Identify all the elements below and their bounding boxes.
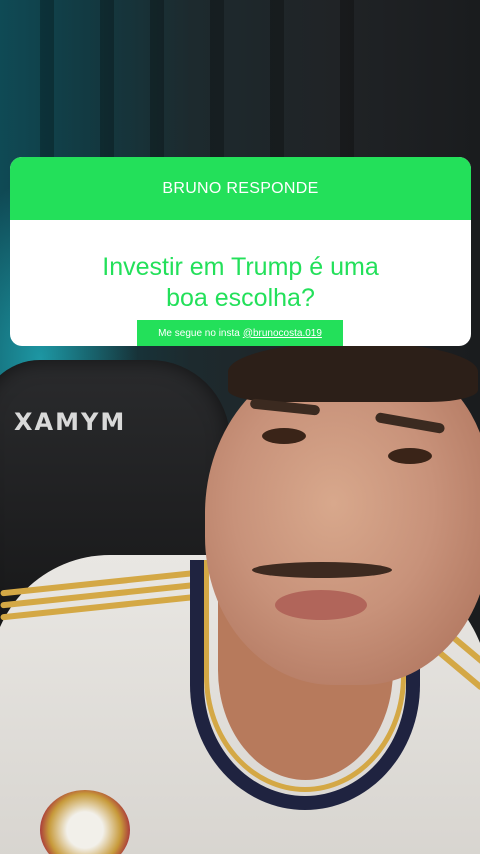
mustache (252, 562, 392, 578)
hair (228, 342, 478, 402)
insta-prefix: Me segue no insta (158, 327, 240, 339)
chair-brand-logo: XAMYM (14, 408, 127, 436)
eye (262, 428, 306, 444)
card-header-title: BRUNO RESPONDE (162, 179, 319, 197)
question-line: Investir em Trump é uma (102, 253, 379, 281)
video-frame: XAMYM (0, 0, 480, 854)
question-text: Investir em Trump é uma boa escolha? (10, 252, 471, 314)
insta-handle-link[interactable]: @brunocosta.019 (243, 328, 322, 339)
face (205, 355, 480, 685)
question-line: boa escolha? (166, 284, 315, 312)
eye (388, 448, 432, 464)
card-header: BRUNO RESPONDE (10, 157, 471, 220)
question-card: BRUNO RESPONDE Investir em Trump é uma b… (10, 157, 471, 346)
mouth (275, 590, 367, 620)
instagram-follow-banner: Me segue no insta @brunocosta.019 (137, 320, 343, 346)
